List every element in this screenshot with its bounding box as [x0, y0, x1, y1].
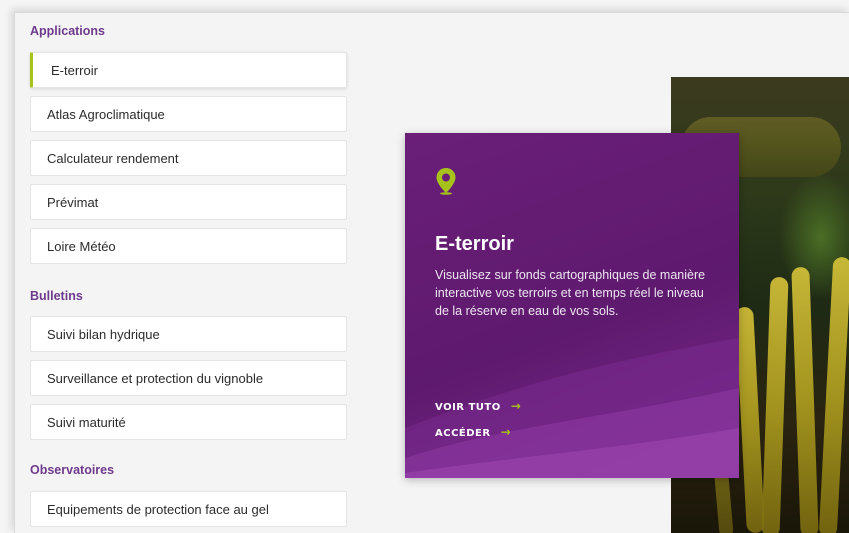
menu-item-e-terroir[interactable]: E-terroir	[30, 52, 347, 88]
section-title-bulletins: Bulletins	[30, 289, 83, 303]
menu-item-loire-meteo[interactable]: Loire Météo	[30, 228, 347, 264]
menu-item-equipements-gel[interactable]: Equipements de protection face au gel	[30, 491, 347, 527]
menu-item-atlas-agroclimatique[interactable]: Atlas Agroclimatique	[30, 96, 347, 132]
card-wave-decoration	[405, 338, 739, 478]
acceder-link[interactable]: ACCÉDER →	[435, 425, 511, 439]
app-window: Applications E-terroir Atlas Agroclimati…	[14, 12, 849, 533]
card-description: Visualisez sur fonds cartographiques de …	[435, 268, 706, 318]
menu-item-suivi-bilan-hydrique[interactable]: Suivi bilan hydrique	[30, 316, 347, 352]
section-title-observatoires: Observatoires	[30, 463, 115, 477]
voir-tuto-link[interactable]: VOIR TUTO →	[435, 399, 521, 413]
e-terroir-card: E-terroir Visualisez sur fonds cartograp…	[405, 133, 739, 478]
menu-item-suivi-maturite[interactable]: Suivi maturité	[30, 404, 347, 440]
map-pin-icon	[436, 168, 456, 195]
menu-item-surveillance-protection[interactable]: Surveillance et protection du vignoble	[30, 360, 347, 396]
acceder-label: ACCÉDER	[435, 428, 491, 439]
voir-tuto-label: VOIR TUTO	[435, 402, 501, 413]
arrow-right-icon: →	[500, 425, 512, 439]
card-title: E-terroir	[435, 233, 514, 255]
section-title-applications: Applications	[30, 24, 106, 38]
menu-item-previmat[interactable]: Prévimat	[30, 184, 347, 220]
arrow-right-icon: →	[510, 399, 522, 413]
menu-item-calculateur-rendement[interactable]: Calculateur rendement	[30, 140, 347, 176]
